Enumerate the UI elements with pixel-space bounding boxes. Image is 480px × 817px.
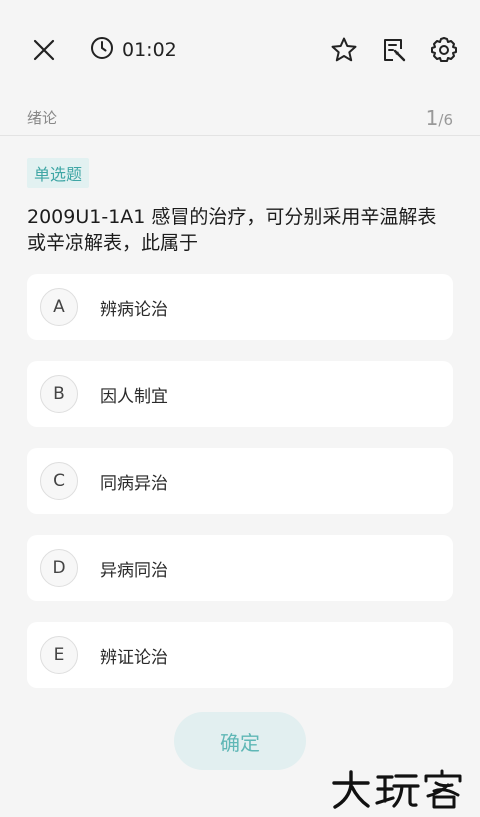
gear-icon[interactable] — [428, 34, 460, 66]
clock-icon — [90, 36, 114, 64]
star-icon[interactable] — [328, 34, 360, 66]
option-text: 同病异治 — [100, 473, 168, 494]
section-row: 绪论 1/6 — [0, 100, 480, 136]
option-letter: E — [40, 636, 78, 674]
option-text: 因人制宜 — [100, 386, 168, 407]
option-letter: B — [40, 375, 78, 413]
progress-total: /6 — [438, 110, 453, 129]
option-letter: D — [40, 549, 78, 587]
edit-note-icon[interactable] — [378, 34, 410, 66]
watermark-logo — [330, 769, 470, 809]
options-list: A 辨病论治 B 因人制宜 C 同病异治 D 异病同治 E 辨证论治 — [27, 274, 453, 688]
confirm-button[interactable]: 确定 — [174, 712, 306, 770]
option-text: 辨病论治 — [100, 299, 168, 320]
top-bar: 01:02 — [0, 0, 480, 100]
question-area: 单选题 2009U1-1A1 感冒的治疗，可分别采用辛温解表或辛凉解表，此属于 … — [0, 136, 480, 688]
option-text: 辨证论治 — [100, 647, 168, 668]
option-e[interactable]: E 辨证论治 — [27, 622, 453, 688]
option-c[interactable]: C 同病异治 — [27, 448, 453, 514]
progress-current: 1 — [425, 105, 439, 130]
option-a[interactable]: A 辨病论治 — [27, 274, 453, 340]
option-b[interactable]: B 因人制宜 — [27, 361, 453, 427]
option-letter: A — [40, 288, 78, 326]
option-letter: C — [40, 462, 78, 500]
option-d[interactable]: D 异病同治 — [27, 535, 453, 601]
question-type-badge: 单选题 — [27, 158, 90, 188]
question-progress: 1/6 — [426, 106, 453, 130]
question-text: 2009U1-1A1 感冒的治疗，可分别采用辛温解表或辛凉解表，此属于 — [27, 206, 437, 254]
timer-text: 01:02 — [122, 39, 177, 61]
timer: 01:02 — [90, 36, 177, 64]
section-label: 绪论 — [27, 109, 58, 127]
option-text: 异病同治 — [100, 560, 168, 581]
close-icon[interactable] — [28, 34, 60, 66]
